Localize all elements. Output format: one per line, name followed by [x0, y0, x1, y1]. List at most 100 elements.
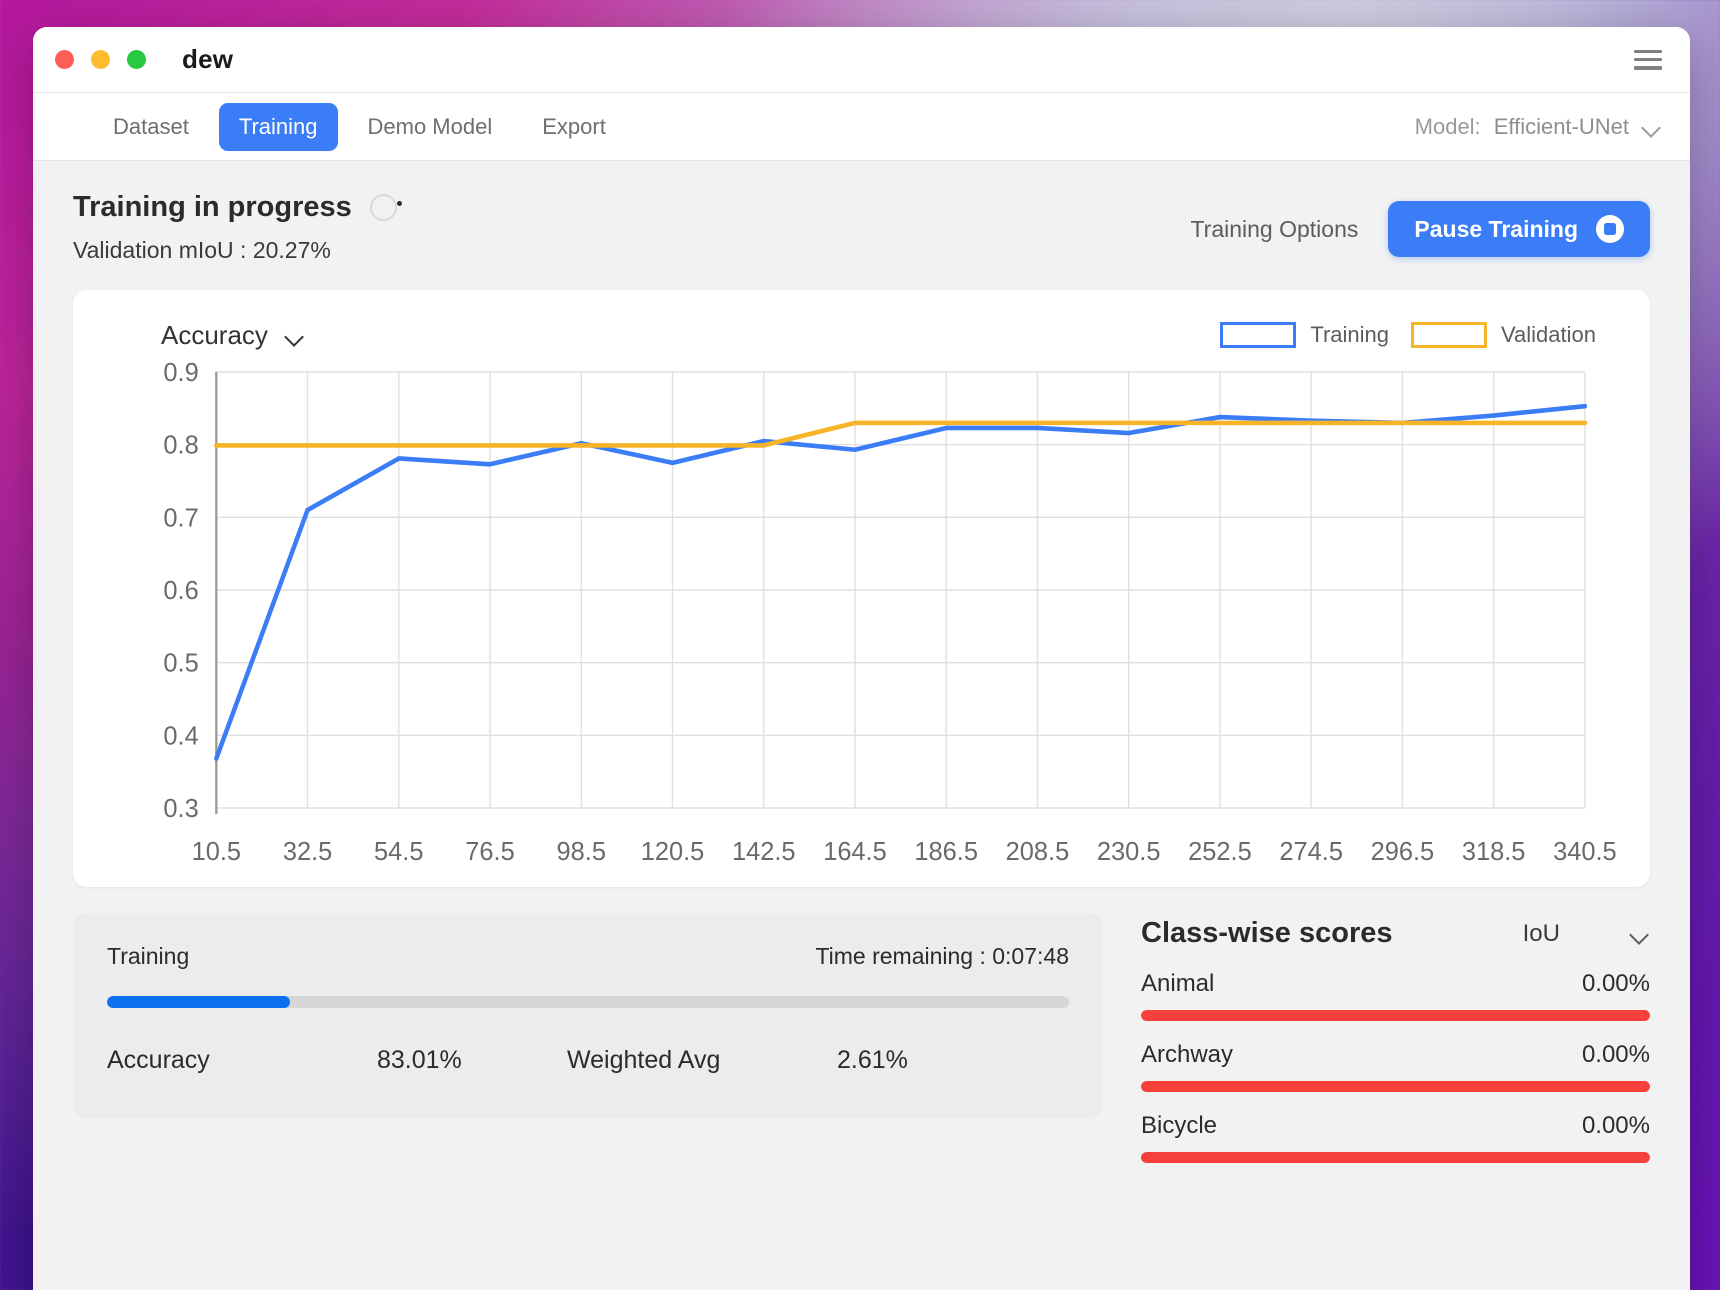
tab-dataset[interactable]: Dataset	[93, 103, 209, 151]
progress-label: Training	[107, 943, 190, 969]
svg-text:0.3: 0.3	[163, 795, 198, 823]
class-score-row-bicycle: Bicycle 0.00%	[1141, 1112, 1650, 1163]
svg-text:274.5: 274.5	[1279, 838, 1343, 866]
maximize-window-button[interactable]	[127, 50, 146, 69]
class-score-value: 0.00%	[1581, 1041, 1650, 1068]
chart-plot-area: 0.3 0.4 0.5 0.6 0.7 0.8 0.9 10.5 32.5 54.5 76.5 98…	[99, 358, 1624, 878]
app-title: dew	[182, 44, 234, 74]
metric-selector[interactable]: Accuracy	[161, 320, 305, 351]
legend-item-validation[interactable]: Validation	[1411, 322, 1596, 348]
metrics-row: Accuracy 83.01% Weighted Avg 2.61%	[107, 1046, 1069, 1075]
legend-swatch-training	[1220, 322, 1297, 348]
model-selector-value: Efficient-UNet	[1493, 113, 1629, 139]
svg-text:98.5: 98.5	[557, 838, 606, 866]
class-score-row-animal: Animal 0.00%	[1141, 970, 1650, 1021]
chart-header: Accuracy Training Validation	[99, 312, 1624, 358]
class-score-fill	[1141, 1010, 1650, 1021]
class-score-track	[1141, 1081, 1650, 1092]
nav-tabs: Dataset Training Demo Model Export	[93, 102, 626, 151]
chart-series	[214, 403, 1588, 761]
legend-item-training[interactable]: Training	[1220, 322, 1389, 348]
svg-text:230.5: 230.5	[1097, 838, 1161, 866]
svg-text:252.5: 252.5	[1188, 838, 1252, 866]
training-status-title: Training in progress	[73, 191, 352, 223]
status-title-line: Training in progress	[73, 191, 402, 224]
svg-text:0.5: 0.5	[163, 649, 198, 677]
svg-text:54.5: 54.5	[374, 838, 423, 866]
progress-header: Training Time remaining : 0:07:48	[107, 943, 1069, 970]
class-score-fill	[1141, 1081, 1650, 1092]
progress-bar-fill	[107, 996, 290, 1008]
status-left: Training in progress Validation mIoU : 2…	[73, 191, 402, 264]
chart-card: Accuracy Training Validation 0.3 0.4 0.5…	[73, 290, 1650, 887]
chevron-down-icon	[1642, 121, 1662, 132]
svg-text:10.5: 10.5	[192, 838, 241, 866]
close-window-button[interactable]	[55, 50, 74, 69]
svg-text:0.7: 0.7	[163, 504, 198, 532]
class-scores-mode-selector[interactable]: IoU	[1523, 920, 1650, 948]
svg-text:0.8: 0.8	[163, 431, 198, 459]
metric-value-accuracy: 83.01%	[377, 1046, 462, 1074]
svg-text:32.5: 32.5	[283, 838, 332, 866]
pause-training-button[interactable]: Pause Training	[1388, 201, 1650, 257]
bottom-row: Training Time remaining : 0:07:48 Accura…	[73, 913, 1650, 1163]
chevron-down-icon	[1630, 928, 1650, 939]
class-score-track	[1141, 1010, 1650, 1021]
model-selector-label: Model:	[1414, 113, 1481, 139]
class-score-line: Animal 0.00%	[1141, 970, 1650, 998]
class-score-fill	[1141, 1152, 1650, 1163]
hamburger-menu-icon[interactable]	[1634, 49, 1662, 70]
class-score-track	[1141, 1152, 1650, 1163]
titlebar: dew	[33, 27, 1690, 93]
svg-text:120.5: 120.5	[641, 838, 705, 866]
stop-square-icon	[1596, 215, 1624, 243]
model-selector[interactable]: Model: Efficient-UNet	[1415, 114, 1662, 140]
status-row: Training in progress Validation mIoU : 2…	[73, 191, 1650, 264]
svg-text:164.5: 164.5	[823, 838, 887, 866]
chart-y-tick-labels: 0.3 0.4 0.5 0.6 0.7 0.8 0.9	[163, 359, 198, 823]
class-wise-scores-panel: Class-wise scores IoU Animal 0.00% Archw…	[1141, 913, 1650, 1163]
class-score-value: 0.00%	[1581, 970, 1650, 997]
traffic-lights	[55, 50, 146, 69]
pause-training-label: Pause Training	[1414, 215, 1578, 242]
main-content: Training in progress Validation mIoU : 2…	[33, 161, 1690, 1290]
class-scores-header: Class-wise scores IoU	[1141, 917, 1650, 950]
class-score-name: Archway	[1141, 1041, 1234, 1068]
svg-text:208.5: 208.5	[1006, 838, 1070, 866]
svg-text:296.5: 296.5	[1371, 838, 1435, 866]
metric-selector-value: Accuracy	[161, 319, 268, 350]
class-scores-title: Class-wise scores	[1141, 917, 1393, 949]
tab-training[interactable]: Training	[218, 102, 338, 151]
class-score-line: Bicycle 0.00%	[1141, 1112, 1650, 1140]
metric-key-accuracy: Accuracy	[107, 1046, 210, 1074]
status-actions: Training Options Pause Training	[1190, 191, 1650, 257]
svg-text:340.5: 340.5	[1553, 838, 1617, 866]
class-score-name: Animal	[1141, 970, 1215, 997]
app-window: dew Dataset Training Demo Model Export M…	[33, 27, 1690, 1290]
tab-export[interactable]: Export	[522, 103, 626, 151]
svg-text:142.5: 142.5	[732, 838, 796, 866]
metric-key-weighted-avg: Weighted Avg	[567, 1046, 721, 1074]
loading-spinner-icon	[369, 194, 402, 221]
validation-miou-text: Validation mIoU : 20.27%	[73, 237, 331, 263]
minimize-window-button[interactable]	[91, 50, 110, 69]
progress-bar-track	[107, 996, 1069, 1008]
svg-text:0.4: 0.4	[163, 722, 198, 750]
class-score-row-archway: Archway 0.00%	[1141, 1041, 1650, 1092]
class-scores-mode-value: IoU	[1522, 919, 1560, 947]
tab-demo-model[interactable]: Demo Model	[348, 103, 513, 151]
training-options-button[interactable]: Training Options	[1190, 216, 1358, 243]
svg-text:318.5: 318.5	[1462, 838, 1526, 866]
metric-value-weighted-avg: 2.61%	[837, 1046, 908, 1074]
svg-text:0.6: 0.6	[163, 577, 198, 605]
main-navbar: Dataset Training Demo Model Export Model…	[33, 93, 1690, 161]
class-score-name: Bicycle	[1141, 1112, 1218, 1139]
legend-label-training: Training	[1310, 322, 1389, 347]
chart-x-tick-labels: 10.5 32.5 54.5 76.5 98.5 120.5 142.5 164.5 186.5…	[192, 838, 1617, 866]
class-score-value: 0.00%	[1581, 1112, 1650, 1139]
legend-swatch-validation	[1411, 322, 1487, 348]
time-remaining-text: Time remaining : 0:07:48	[815, 943, 1069, 969]
class-score-line: Archway 0.00%	[1141, 1041, 1650, 1069]
svg-text:76.5: 76.5	[465, 838, 514, 866]
svg-text:186.5: 186.5	[914, 838, 978, 866]
